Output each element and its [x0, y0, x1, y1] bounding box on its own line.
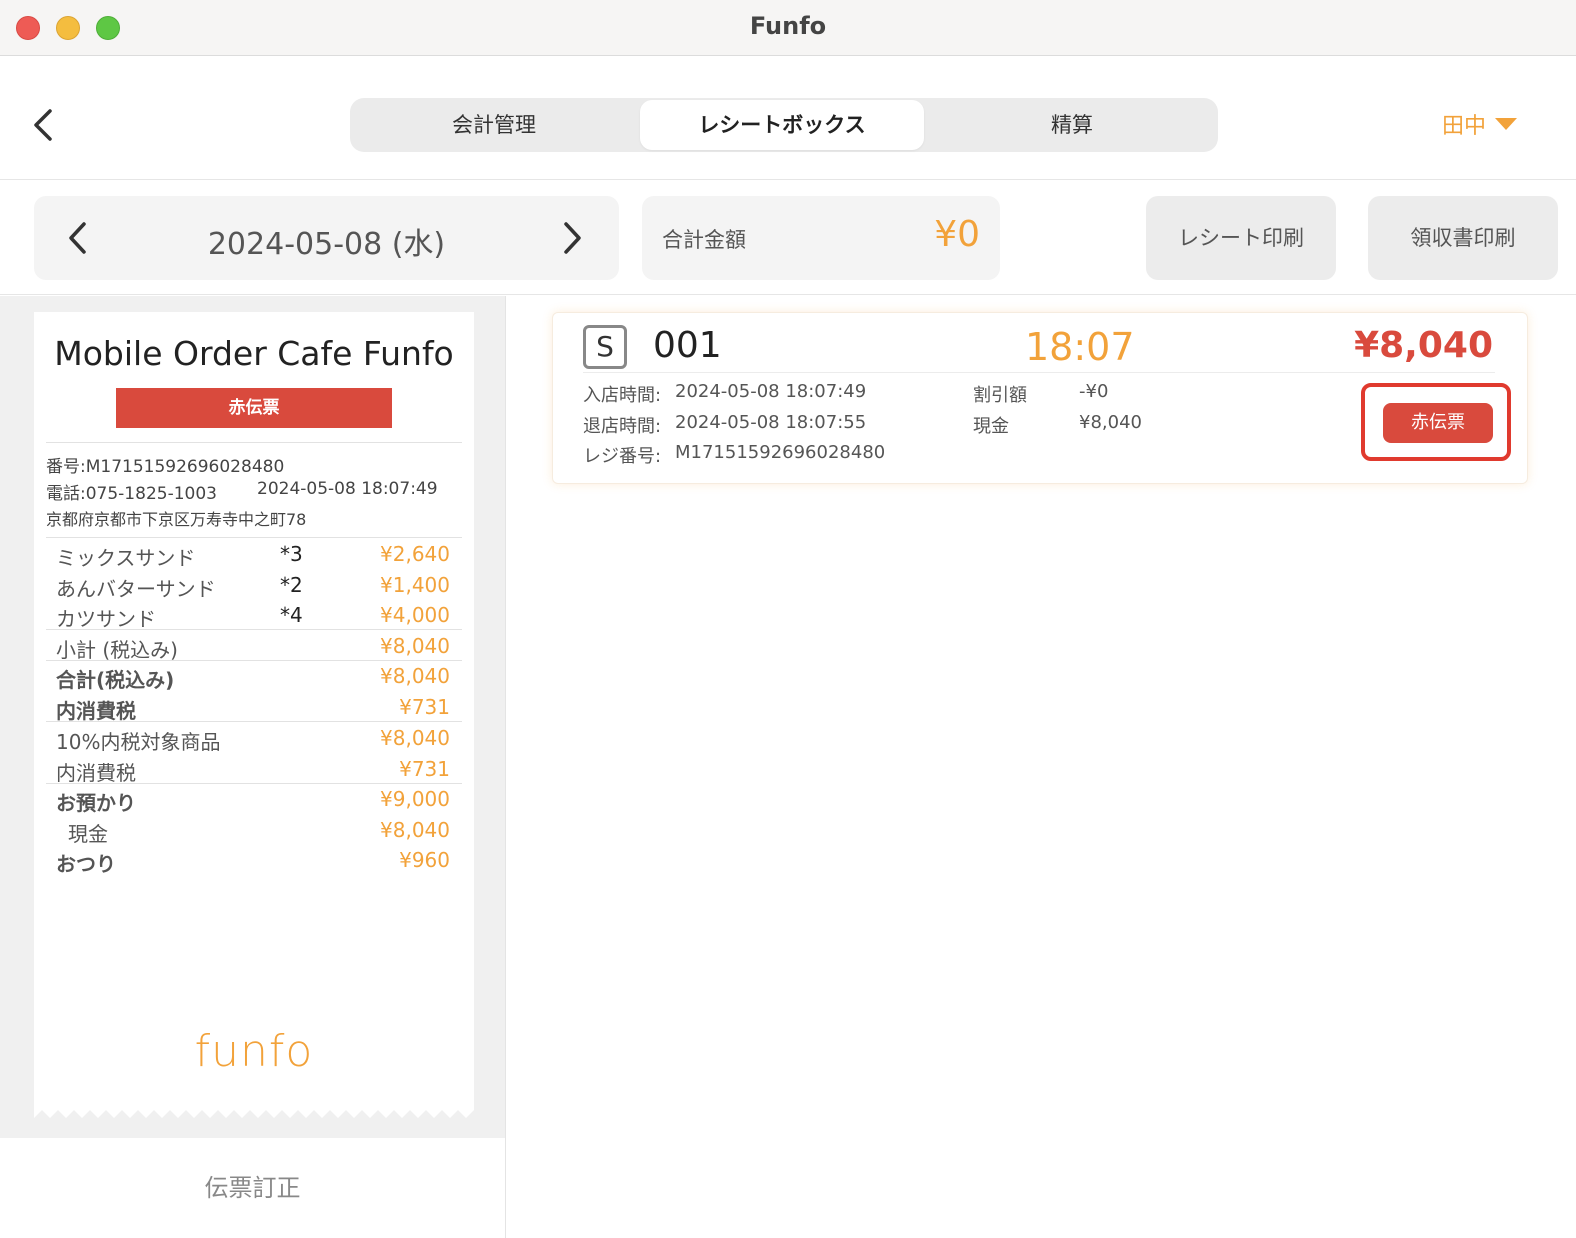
chevron-right-icon: [564, 222, 581, 254]
item-qty: *4: [280, 603, 303, 627]
register-number-value: M17151592696028480: [675, 442, 886, 463]
current-date[interactable]: 2024-05-08 (水): [114, 219, 539, 263]
tab-accounting[interactable]: 会計管理: [352, 100, 636, 150]
divider: [46, 783, 462, 784]
receipt-address: 京都府京都市下京区万寿寺中之町78: [46, 510, 307, 529]
segmented-control: 会計管理 レシートボックス 精算: [350, 98, 1218, 152]
divider: [46, 442, 462, 443]
order-total: ¥8,040: [1354, 325, 1493, 366]
cash-label: 現金: [973, 416, 1009, 437]
summary-row: おつり ¥960: [56, 848, 450, 876]
divider: [46, 537, 462, 538]
summary-row: 合計(税込み) ¥8,040: [56, 664, 450, 692]
summary-row: 現金 ¥8,040: [56, 818, 450, 846]
caret-down-icon: [1495, 118, 1518, 130]
summary-name: 10%内税対象商品: [56, 730, 221, 754]
item-qty: *3: [280, 542, 303, 566]
summary-name: お預かり: [56, 791, 136, 815]
item-name: カツサンド: [56, 607, 156, 631]
item-name: ミックスサンド: [56, 546, 196, 570]
list-item: カツサンド *4 ¥4,000: [56, 603, 450, 631]
title-bar: Funfo: [0, 0, 1576, 56]
item-amount: ¥2,640: [380, 542, 450, 566]
funfo-logo: funfo: [194, 1026, 314, 1077]
tab-receipt-box[interactable]: レシートボックス: [640, 100, 924, 150]
tab-settlement[interactable]: 精算: [928, 100, 1216, 150]
toolbar: 2024-05-08 (水) 合計金額 ¥0 レシート印刷 領収書印刷: [0, 181, 1576, 295]
summary-amount: ¥731: [399, 695, 450, 719]
divider: [46, 629, 462, 630]
receipt-phone: 電話:075-1825-1003: [46, 484, 217, 504]
summary-row: 10%内税対象商品 ¥8,040: [56, 726, 450, 754]
summary-amount: ¥731: [399, 757, 450, 781]
total-amount-box: 合計金額 ¥0: [642, 196, 1000, 280]
receipt-number: 番号:M17151592696028480: [46, 457, 285, 477]
exit-time-value: 2024-05-08 18:07:55: [675, 412, 867, 433]
summary-name: 合計(税込み): [56, 668, 175, 692]
red-slip-badge: 赤伝票: [116, 388, 392, 428]
order-card[interactable]: S 001 18:07 ¥8,040 入店時間: 2024-05-08 18:0…: [552, 312, 1528, 484]
receipt-print-button[interactable]: レシート印刷: [1146, 196, 1336, 280]
receipt-paper: Mobile Order Cafe Funfo 赤伝票 番号:M17151592…: [34, 312, 474, 1108]
summary-amount: ¥8,040: [380, 818, 450, 842]
item-qty: *2: [280, 573, 303, 597]
summary-name: 内消費税: [56, 761, 136, 785]
cash-value: ¥8,040: [1079, 412, 1142, 433]
summary-amount: ¥8,040: [380, 634, 450, 658]
receipt-preview-panel: Mobile Order Cafe Funfo 赤伝票 番号:M17151592…: [0, 296, 506, 1238]
discount-label: 割引額: [973, 385, 1027, 406]
user-menu[interactable]: 田中: [1442, 109, 1518, 139]
size-badge-icon: S: [583, 325, 627, 369]
exit-time-label: 退店時間:: [583, 416, 662, 437]
item-name: あんバターサンド: [56, 577, 216, 601]
order-time: 18:07: [1025, 325, 1135, 369]
summary-row: 内消費税 ¥731: [56, 757, 450, 785]
summary-amount: ¥8,040: [380, 664, 450, 688]
discount-value: -¥0: [1079, 381, 1109, 402]
item-amount: ¥4,000: [380, 603, 450, 627]
summary-row: お預かり ¥9,000: [56, 787, 450, 815]
prev-date-button[interactable]: [64, 218, 94, 258]
invoice-print-button[interactable]: 領収書印刷: [1368, 196, 1558, 280]
order-number: 001: [653, 325, 722, 366]
summary-row: 内消費税 ¥731: [56, 695, 450, 723]
receipt-datetime: 2024-05-08 18:07:49: [257, 479, 438, 499]
item-amount: ¥1,400: [380, 573, 450, 597]
chevron-left-icon: [34, 109, 52, 141]
next-date-button[interactable]: [556, 218, 586, 258]
app-header: 会計管理 レシートボックス 精算 田中: [0, 57, 1576, 180]
summary-name: 現金: [68, 822, 108, 846]
window-title: Funfo: [749, 12, 827, 40]
slip-correction-button[interactable]: 伝票訂正: [0, 1138, 505, 1238]
summary-row: 小計 (税込み) ¥8,040: [56, 634, 450, 662]
divider: [583, 372, 1495, 373]
entry-time-label: 入店時間:: [583, 385, 662, 406]
divider: [46, 660, 462, 661]
date-selector: 2024-05-08 (水): [34, 196, 619, 280]
list-item: ミックスサンド *3 ¥2,640: [56, 542, 450, 570]
summary-name: 小計 (税込み): [56, 638, 178, 662]
entry-time-value: 2024-05-08 18:07:49: [675, 381, 867, 402]
red-slip-button[interactable]: 赤伝票: [1383, 403, 1493, 443]
back-button[interactable]: [28, 105, 60, 145]
total-amount-value: ¥0: [934, 214, 980, 255]
register-number-label: レジ番号:: [583, 446, 662, 467]
user-name: 田中: [1442, 114, 1487, 139]
chevron-left-icon: [69, 222, 86, 254]
summary-amount: ¥960: [399, 848, 450, 872]
divider: [46, 721, 462, 722]
summary-name: 内消費税: [56, 699, 136, 723]
total-amount-label: 合計金額: [662, 228, 746, 252]
summary-amount: ¥8,040: [380, 726, 450, 750]
summary-amount: ¥9,000: [380, 787, 450, 811]
summary-name: おつり: [56, 852, 116, 876]
list-item: あんバターサンド *2 ¥1,400: [56, 573, 450, 601]
shop-name: Mobile Order Cafe Funfo: [54, 334, 454, 373]
receipt-tear-edge: [34, 1104, 474, 1118]
